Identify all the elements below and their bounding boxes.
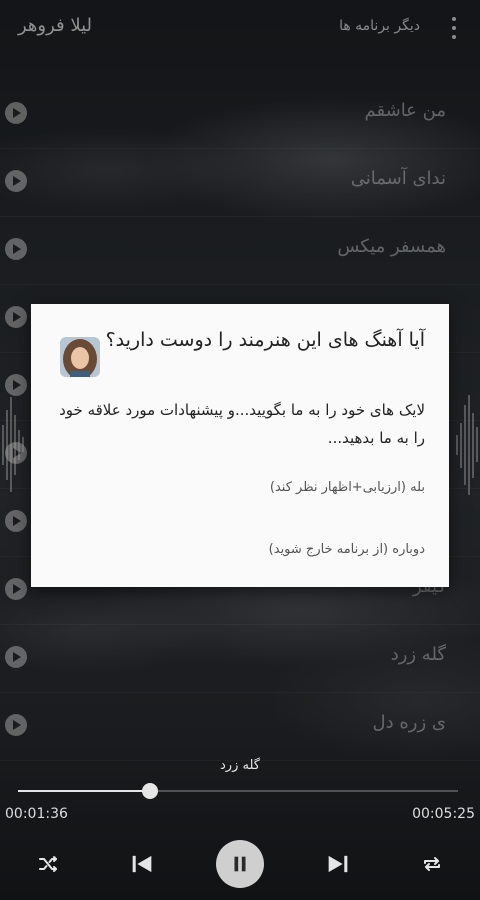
seek-bar-thumb[interactable] xyxy=(142,783,158,799)
skip-next-icon[interactable] xyxy=(320,838,356,890)
dialog-message: لایک های خود را به ما بگویید...و پیشنهاد… xyxy=(59,401,425,447)
seek-bar[interactable] xyxy=(18,783,458,799)
pause-icon[interactable] xyxy=(216,840,264,888)
seek-bar-fill xyxy=(18,790,150,792)
player-controls xyxy=(0,838,480,890)
remind-later-button[interactable]: دوباره (از برنامه خارج شوید) xyxy=(269,542,425,557)
elapsed-time: 00:01:36 xyxy=(5,806,68,822)
shuffle-icon[interactable] xyxy=(30,838,66,890)
skip-previous-icon[interactable] xyxy=(124,838,160,890)
total-time: 00:05:25 xyxy=(412,806,475,822)
dialog-title: آیا آهنگ های این هنرمند را دوست دارید؟ xyxy=(105,329,425,351)
repeat-icon[interactable] xyxy=(414,838,450,890)
rate-yes-button[interactable]: بله (ارزیابی+اظهار نظر کند) xyxy=(270,480,425,495)
now-playing-title: گله زرد xyxy=(220,758,260,773)
rate-artist-dialog: آیا آهنگ های این هنرمند را دوست دارید؟ ل… xyxy=(31,304,449,587)
artist-avatar xyxy=(60,337,100,377)
